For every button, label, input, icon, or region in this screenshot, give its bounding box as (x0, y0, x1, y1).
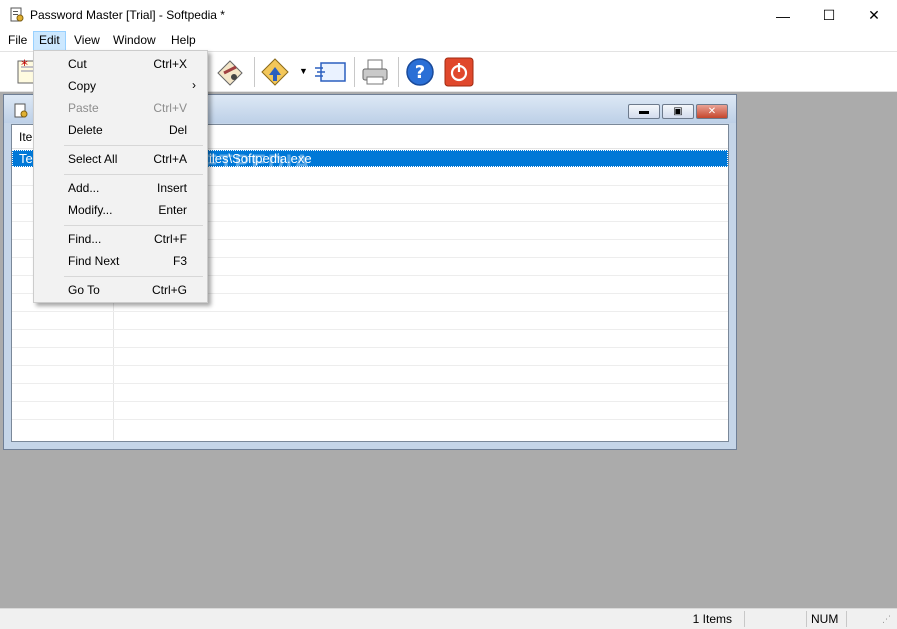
svg-text:?: ? (415, 62, 425, 83)
menu-item-go-to[interactable]: Go To Ctrl+G (34, 279, 206, 301)
resize-grip-icon[interactable]: ⋰ (882, 614, 891, 625)
menu-separator (64, 174, 203, 175)
minimize-button[interactable]: — (760, 0, 806, 31)
row-gridline (12, 383, 728, 384)
close-icon: ✕ (707, 106, 717, 117)
row-gridline (12, 365, 728, 366)
maximize-button[interactable]: ☐ (806, 0, 852, 31)
print-icon (362, 59, 388, 85)
edit-icon (217, 60, 243, 86)
import-icon (261, 58, 289, 86)
row-item-name: Te (19, 151, 33, 166)
menu-item-paste: Paste Ctrl+V (68, 101, 187, 115)
menu-item-cut[interactable]: Cut Ctrl+X (34, 53, 206, 75)
row-gridline (12, 329, 728, 330)
document-icon (13, 103, 29, 119)
row-gridline (12, 311, 728, 312)
menu-item-delete[interactable]: Delete Del (34, 119, 206, 141)
menu-separator (64, 276, 203, 277)
minimize-icon: ▬ (639, 106, 649, 117)
export-icon (315, 62, 346, 82)
menu-view[interactable]: View (69, 31, 105, 51)
import-dropdown-arrow-icon[interactable]: ▼ (299, 66, 308, 76)
menu-item-copy[interactable]: Copy › (34, 75, 206, 97)
menu-item-find-next[interactable]: Find Next F3 (34, 250, 206, 272)
status-num-lock: NUM (806, 611, 849, 627)
child-restore-button[interactable]: ▣ (662, 104, 694, 119)
close-button[interactable]: ✕ (851, 0, 897, 31)
help-button[interactable]: ? (403, 55, 437, 89)
exit-button[interactable] (442, 55, 476, 89)
child-minimize-button[interactable]: ▬ (628, 104, 660, 119)
power-icon (444, 57, 474, 87)
menu-window[interactable]: Window (108, 31, 161, 51)
window-title: Password Master [Trial] - Softpedia * (30, 8, 225, 22)
maximize-icon: ☐ (822, 7, 836, 23)
toolbar-separator (398, 57, 399, 87)
help-icon: ? (406, 58, 434, 86)
menu-item-select-all[interactable]: Select All Ctrl+A (34, 148, 206, 170)
import-button[interactable] (259, 55, 293, 89)
row-gridline (12, 419, 728, 420)
print-button[interactable] (358, 55, 392, 89)
status-panel-empty (744, 611, 805, 627)
edit-entry-button[interactable] (212, 55, 246, 89)
export-button[interactable] (313, 55, 347, 89)
minimize-icon: — (776, 7, 790, 24)
close-icon: ✕ (868, 7, 880, 23)
menu-item-find[interactable]: Find... Ctrl+F (34, 228, 206, 250)
menu-item-add[interactable]: Add... Insert (34, 177, 206, 199)
svg-text:*: * (21, 58, 28, 74)
row-gridline (12, 401, 728, 402)
toolbar-separator (254, 57, 255, 87)
menu-separator (64, 145, 203, 146)
menu-edit[interactable]: Edit (33, 31, 66, 51)
menu-separator (64, 225, 203, 226)
status-panel-empty (846, 611, 883, 627)
menu-item-modify[interactable]: Modify... Enter (34, 199, 206, 221)
row-gridline (12, 347, 728, 348)
menu-help[interactable]: Help (166, 31, 201, 51)
column-header-item[interactable]: Ite (19, 130, 32, 144)
app-icon (9, 7, 25, 23)
restore-icon: ▣ (673, 106, 683, 117)
child-close-button[interactable]: ✕ (696, 104, 728, 119)
submenu-arrow-icon: › (192, 78, 196, 92)
status-item-count: 1 Items (692, 612, 732, 626)
menu-file[interactable]: File (3, 31, 32, 51)
toolbar-separator (354, 57, 355, 87)
